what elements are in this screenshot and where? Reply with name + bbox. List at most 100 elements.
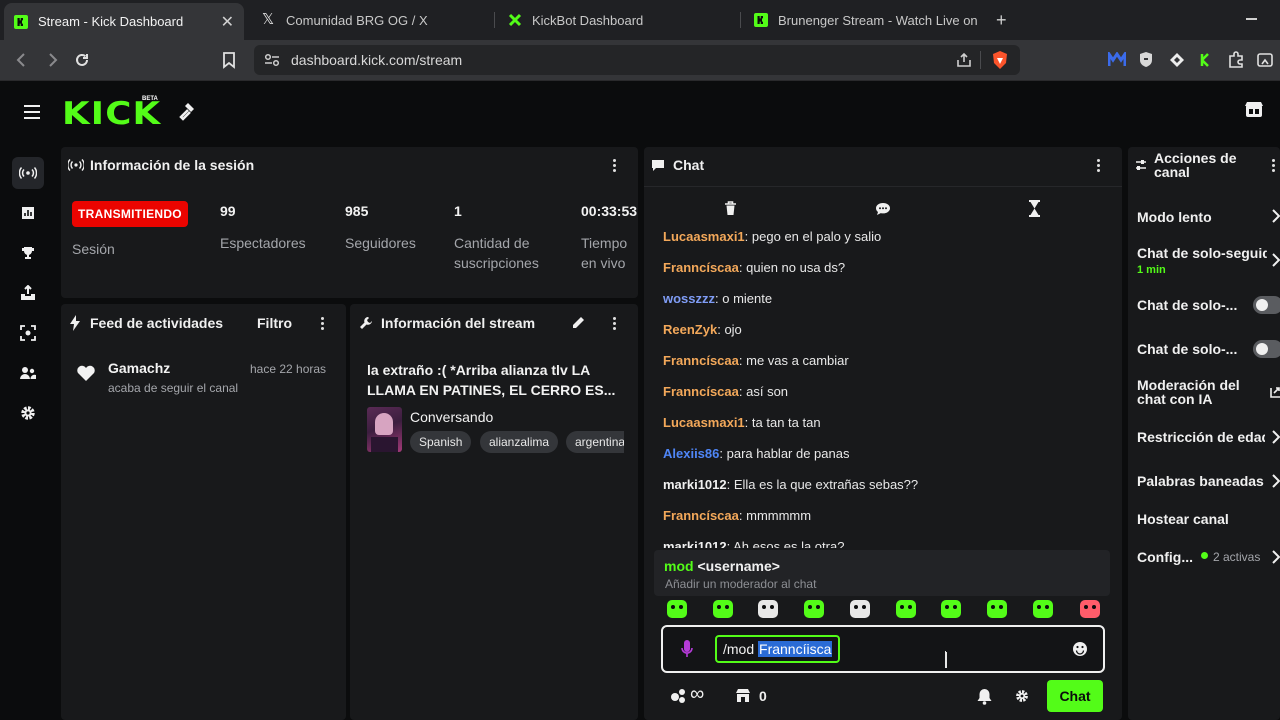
sidebar-item-uploads[interactable]	[12, 277, 44, 309]
brave-shield-icon[interactable]	[991, 50, 1009, 70]
tag-chip[interactable]: argentina	[566, 431, 624, 453]
emote-icon[interactable]	[941, 600, 961, 618]
browser-tab-brunenger[interactable]: Brunenger Stream - Watch Live on Ki	[744, 0, 984, 40]
emote-icon[interactable]	[667, 600, 687, 618]
tag-chip[interactable]: alianzalima	[480, 431, 559, 453]
emote-icon[interactable]	[1080, 600, 1100, 618]
new-tab-icon[interactable]: +	[996, 10, 1007, 31]
sidebar-item-stream[interactable]	[12, 157, 44, 189]
extension-kick-icon[interactable]	[1200, 53, 1212, 67]
toggle-switch[interactable]	[1253, 296, 1280, 314]
emote-icon[interactable]	[758, 600, 778, 618]
chevron-right-icon[interactable]	[1272, 474, 1280, 488]
minimize-window-icon[interactable]	[1246, 18, 1257, 20]
chat-username[interactable]: wosszzz	[663, 291, 715, 306]
wallet-icon[interactable]	[1256, 51, 1274, 69]
category-name[interactable]: Conversando	[410, 409, 493, 425]
emote-icon[interactable]	[804, 600, 824, 618]
action-age-restriction[interactable]: Restricción de edad	[1137, 428, 1265, 448]
bubbles-icon[interactable]	[669, 688, 687, 704]
more-options-icon[interactable]	[1097, 159, 1101, 174]
chat-input[interactable]: /mod Franncíisca	[661, 625, 1105, 673]
more-options-icon[interactable]	[613, 317, 617, 332]
reload-icon[interactable]	[73, 51, 91, 69]
command-suggestion[interactable]: mod <username> Añadir un moderador al ch…	[654, 550, 1110, 596]
more-options-icon[interactable]	[321, 317, 325, 332]
emote-icon[interactable]	[713, 600, 733, 618]
action-label[interactable]: Palabras baneadas	[1137, 473, 1264, 489]
store-icon[interactable]	[1244, 101, 1264, 119]
sidebar-item-settings[interactable]	[12, 397, 44, 429]
chat-username[interactable]: Alexiis86	[663, 446, 719, 461]
mod-hammer-icon[interactable]	[179, 101, 199, 121]
chat-username[interactable]: Lucaasmaxi1	[663, 230, 745, 244]
chat-message[interactable]: Franncíscaa: me vas a cambiar	[663, 353, 849, 368]
back-arrow-icon[interactable]	[14, 52, 30, 68]
chat-username[interactable]: Franncíscaa	[663, 353, 739, 368]
gear-icon[interactable]	[1015, 689, 1029, 703]
browser-tab-kickbot[interactable]: KickBot Dashboard	[498, 0, 738, 40]
browser-tab-x[interactable]: 𝕏 Comunidad BRG OG / X	[252, 0, 492, 40]
chat-username[interactable]: Franncíscaa	[663, 384, 739, 399]
extension-m-icon[interactable]	[1108, 52, 1126, 68]
emote-icon[interactable]	[1033, 600, 1053, 618]
category-thumbnail[interactable]	[367, 407, 402, 452]
sidebar-item-community[interactable]	[12, 357, 44, 389]
chat-username[interactable]: ReenZyk	[663, 322, 717, 337]
edit-pencil-icon[interactable]	[571, 316, 585, 330]
toggle-switch[interactable]	[1253, 340, 1280, 358]
bell-icon[interactable]	[977, 688, 992, 705]
microphone-icon[interactable]	[681, 639, 693, 659]
chat-message[interactable]: Lucaasmaxi1: pego en el palo y salio	[663, 230, 881, 244]
feed-item-user[interactable]: Gamachz	[108, 360, 170, 376]
sidebar-item-achievements[interactable]	[12, 237, 44, 269]
action-label[interactable]: Moderación del chat con IA	[1137, 378, 1252, 406]
chat-username[interactable]: marki1012	[663, 539, 727, 548]
send-chat-button[interactable]: Chat	[1047, 680, 1103, 712]
chat-settings-bubble-icon[interactable]	[875, 202, 891, 216]
chat-message[interactable]: Franncíscaa: mmmmmm	[663, 508, 811, 523]
action-slow-mode[interactable]: Modo lento	[1137, 208, 1272, 228]
chat-username[interactable]: Franncíscaa	[663, 260, 739, 275]
chat-username[interactable]: Franncíscaa	[663, 508, 739, 523]
chat-username[interactable]: marki1012	[663, 477, 727, 492]
more-options-icon[interactable]	[1272, 159, 1276, 174]
extension-diamond-icon[interactable]	[1169, 52, 1185, 68]
sidebar-item-analytics[interactable]	[12, 197, 44, 229]
chevron-right-icon[interactable]	[1272, 430, 1280, 444]
external-link-icon[interactable]	[1270, 386, 1280, 398]
chevron-right-icon[interactable]	[1272, 550, 1280, 564]
browser-tab-kick-dashboard[interactable]: Stream - Kick Dashboard ✕	[4, 3, 244, 40]
share-icon[interactable]	[956, 52, 972, 68]
chat-message[interactable]: Alexiis86: para hablar de panas	[663, 446, 849, 461]
emote-icon[interactable]	[896, 600, 916, 618]
chat-message[interactable]: Franncíscaa: así son	[663, 384, 788, 399]
chat-message[interactable]: Franncíscaa: quien no usa ds?	[663, 260, 845, 275]
chevron-right-icon[interactable]	[1272, 209, 1280, 223]
chat-message[interactable]: wosszzz: o miente	[663, 291, 772, 306]
chat-message[interactable]: marki1012: Ah esos es la otra?	[663, 539, 844, 548]
chevron-right-icon[interactable]	[1272, 253, 1280, 267]
chat-username[interactable]: Lucaasmaxi1	[663, 415, 745, 430]
emote-icon[interactable]	[850, 600, 870, 618]
shop-icon[interactable]	[735, 688, 751, 703]
chat-message[interactable]: Lucaasmaxi1: ta tan ta tan	[663, 415, 821, 430]
action-label[interactable]: Hostear canal	[1137, 511, 1229, 527]
action-label[interactable]: Config...	[1137, 549, 1193, 565]
extensions-puzzle-icon[interactable]	[1227, 51, 1245, 69]
emote-icon[interactable]	[987, 600, 1007, 618]
bookmark-icon[interactable]	[222, 51, 236, 69]
hourglass-icon[interactable]	[1028, 200, 1041, 217]
action-followers-only[interactable]: Chat de solo-seguidores	[1137, 244, 1267, 264]
more-options-icon[interactable]	[613, 159, 617, 174]
address-bar[interactable]: dashboard.kick.com/stream	[254, 45, 1020, 75]
chat-command-text[interactable]: /mod Franncíisca	[715, 635, 841, 663]
close-tab-icon[interactable]: ✕	[221, 12, 234, 32]
extension-shield-icon[interactable]	[1139, 51, 1153, 68]
sidebar-item-moderation[interactable]	[12, 317, 44, 349]
chat-message[interactable]: marki1012: Ella es la que extrañas sebas…	[663, 477, 918, 492]
site-settings-icon[interactable]	[264, 53, 280, 67]
trash-icon[interactable]	[724, 201, 737, 216]
emoji-icon[interactable]	[1072, 641, 1088, 657]
tag-chip[interactable]: Spanish	[410, 431, 472, 453]
